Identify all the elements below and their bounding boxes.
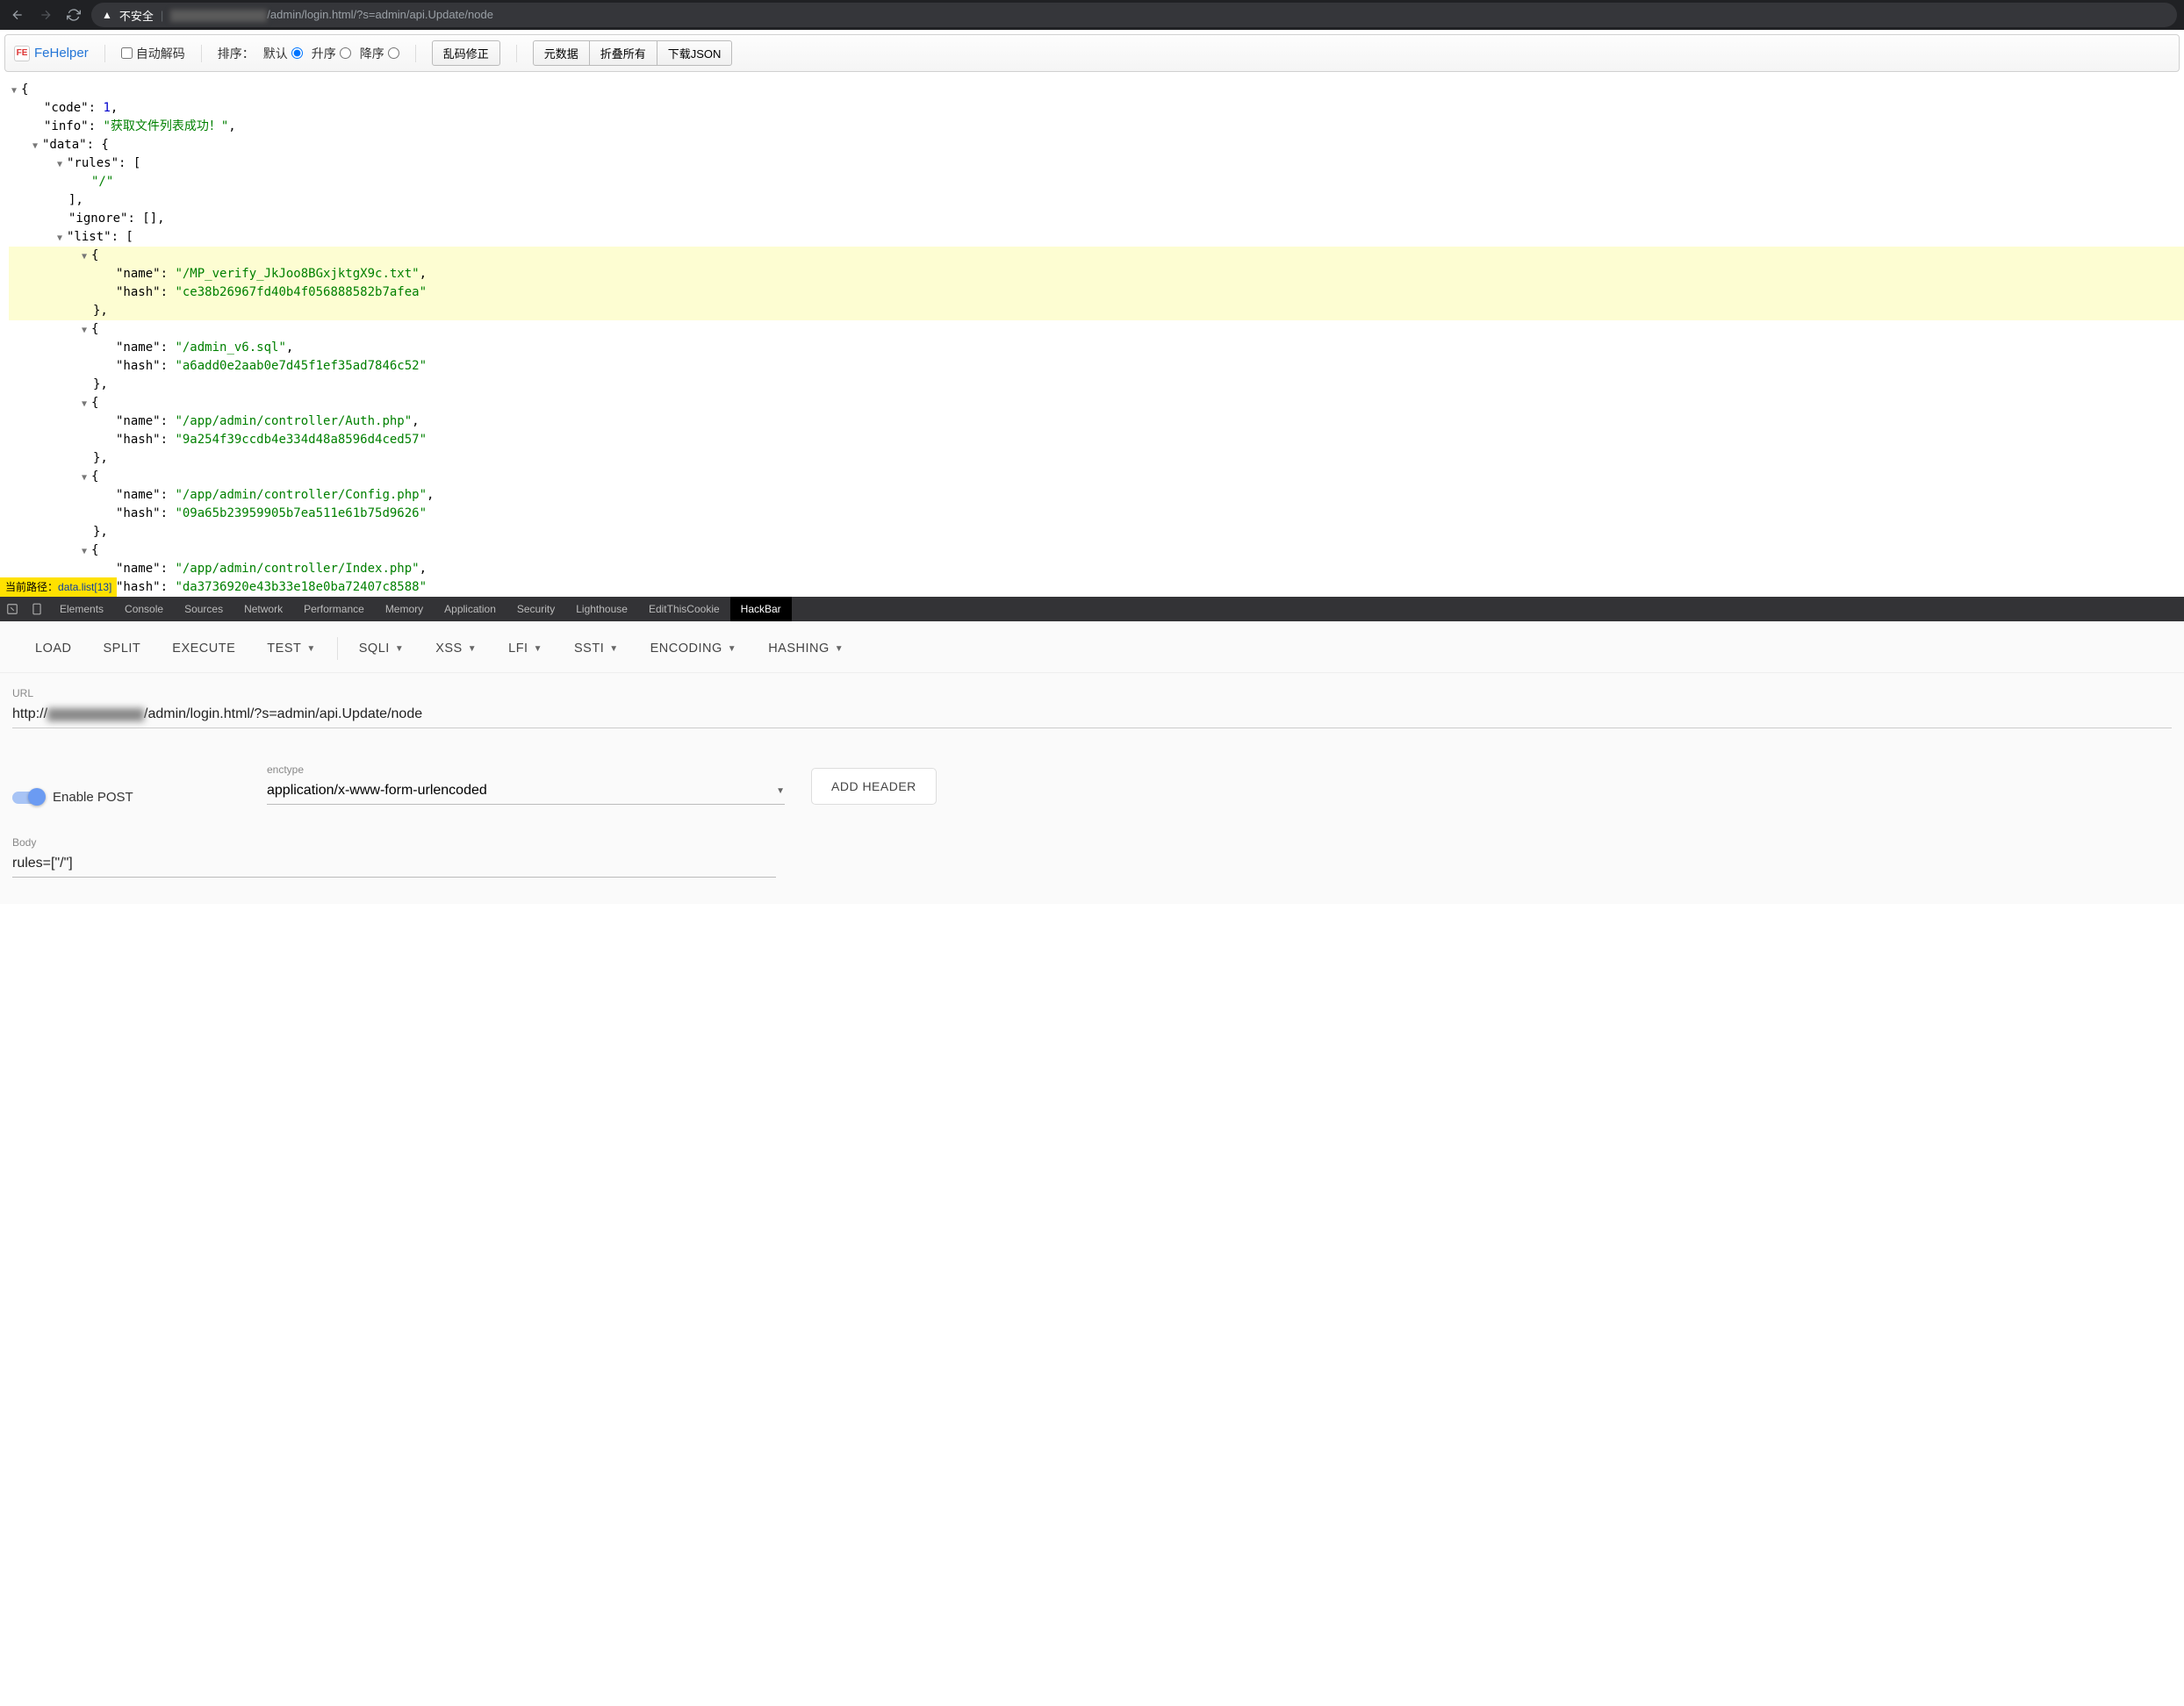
body-label: Body <box>12 836 776 849</box>
url-label: URL <box>12 687 2172 699</box>
devtools-tab-network[interactable]: Network <box>233 597 293 621</box>
collapse-all-button[interactable]: 折叠所有 <box>589 40 657 66</box>
reload-button[interactable] <box>63 4 84 25</box>
sqli-menu[interactable]: SQLI ▼ <box>343 642 420 656</box>
chevron-down-icon: ▼ <box>835 644 844 654</box>
ssti-menu[interactable]: SSTI ▼ <box>558 642 635 656</box>
devtools-tab-memory[interactable]: Memory <box>375 597 434 621</box>
devtools-tab-console[interactable]: Console <box>114 597 174 621</box>
insecure-label: 不安全 <box>119 7 154 24</box>
chevron-down-icon: ▼ <box>776 786 785 796</box>
collapse-icon[interactable] <box>9 81 19 99</box>
collapse-icon[interactable] <box>79 247 90 265</box>
execute-button[interactable]: EXECUTE <box>156 642 251 656</box>
encoding-menu[interactable]: ENCODING ▼ <box>635 642 753 656</box>
devtools-tab-editthiscookie[interactable]: EditThisCookie <box>638 597 730 621</box>
enable-post-toggle[interactable] <box>12 792 44 804</box>
fehelper-logo: FE FeHelper <box>14 46 89 61</box>
collapse-icon[interactable] <box>79 394 90 412</box>
lfi-menu[interactable]: LFI ▼ <box>492 642 558 656</box>
chevron-down-icon: ▼ <box>609 644 618 654</box>
url-bar[interactable]: ▲ 不安全 | /admin/login.html/?s=admin/api.U… <box>91 3 2177 27</box>
fehelper-toolbar: FE FeHelper 自动解码 排序： 默认 升序 降序 乱码修正 元数据 折… <box>4 34 2180 72</box>
devtools-tab-security[interactable]: Security <box>506 597 565 621</box>
chevron-down-icon: ▼ <box>395 644 404 654</box>
devtools-tab-performance[interactable]: Performance <box>293 597 375 621</box>
devtools-tab-application[interactable]: Application <box>434 597 506 621</box>
xss-menu[interactable]: XSS ▼ <box>420 642 492 656</box>
add-header-button[interactable]: ADD HEADER <box>811 768 937 805</box>
collapse-icon[interactable] <box>79 320 90 339</box>
metadata-button[interactable]: 元数据 <box>533 40 590 66</box>
back-button[interactable] <box>7 4 28 25</box>
devtools-tab-sources[interactable]: Sources <box>174 597 233 621</box>
hackbar-panel: LOADSPLITEXECUTE TEST ▼ SQLI ▼XSS ▼LFI ▼… <box>0 621 2184 904</box>
body-input[interactable]: rules=["/"] <box>12 850 776 878</box>
sort-asc-radio[interactable]: 升序 <box>312 45 351 62</box>
json-viewer: { "code": 1, "info": "获取文件列表成功！", "data"… <box>0 72 2184 597</box>
forward-button[interactable] <box>35 4 56 25</box>
fix-encoding-button[interactable]: 乱码修正 <box>432 40 500 66</box>
download-json-button[interactable]: 下载JSON <box>657 40 733 66</box>
json-path-indicator: 当前路径：data.list[13] <box>0 577 117 597</box>
device-icon[interactable] <box>25 597 49 621</box>
devtools-tabs: ElementsConsoleSourcesNetworkPerformance… <box>0 597 2184 621</box>
collapse-icon[interactable] <box>54 228 65 247</box>
autodecode-checkbox[interactable]: 自动解码 <box>121 45 185 62</box>
url-input[interactable]: http:///admin/login.html/?s=admin/api.Up… <box>12 701 2172 728</box>
collapse-icon[interactable] <box>79 468 90 486</box>
sort-desc-radio[interactable]: 降序 <box>360 45 399 62</box>
chevron-down-icon: ▼ <box>468 644 477 654</box>
enable-post-label: Enable POST <box>53 790 133 805</box>
load-button[interactable]: LOAD <box>19 642 88 656</box>
collapse-icon[interactable] <box>79 541 90 560</box>
chevron-down-icon: ▼ <box>534 644 542 654</box>
collapse-icon[interactable] <box>54 154 65 173</box>
chevron-down-icon: ▼ <box>728 644 736 654</box>
url-text: /admin/login.html/?s=admin/api.Update/no… <box>170 8 493 22</box>
test-menu[interactable]: TEST ▼ <box>251 642 331 656</box>
inspect-icon[interactable] <box>0 597 25 621</box>
devtools-tab-hackbar[interactable]: HackBar <box>730 597 792 621</box>
devtools-tab-elements[interactable]: Elements <box>49 597 114 621</box>
hashing-menu[interactable]: HASHING ▼ <box>752 642 859 656</box>
chevron-down-icon: ▼ <box>306 644 315 654</box>
sort-default-radio[interactable]: 默认 <box>263 45 303 62</box>
collapse-icon[interactable] <box>30 136 40 154</box>
enctype-label: enctype <box>267 763 785 776</box>
split-button[interactable]: SPLIT <box>88 642 157 656</box>
enctype-select[interactable]: application/x-www-form-urlencoded ▼ <box>267 778 785 805</box>
devtools-tab-lighthouse[interactable]: Lighthouse <box>565 597 638 621</box>
warning-icon: ▲ <box>102 9 112 21</box>
